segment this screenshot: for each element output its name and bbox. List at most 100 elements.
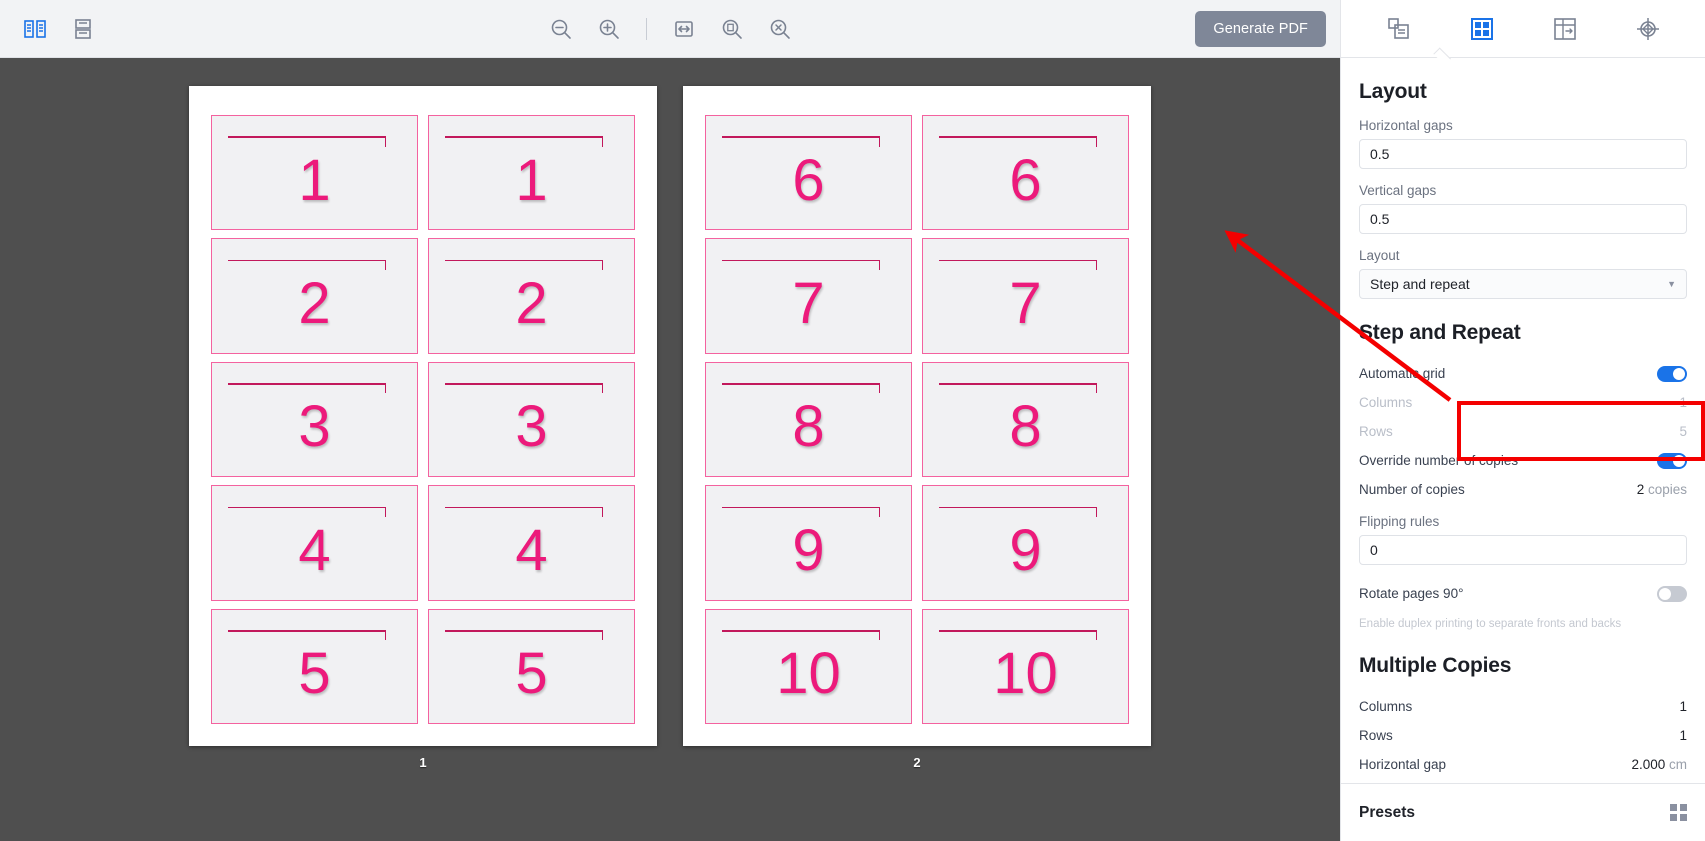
- fit-width-icon[interactable]: [667, 12, 701, 46]
- registration-target-icon[interactable]: [1627, 9, 1669, 49]
- card-rule: [445, 136, 604, 138]
- page-card[interactable]: 8: [922, 361, 1129, 478]
- page-card[interactable]: 1: [428, 115, 635, 231]
- page-card[interactable]: 6: [705, 115, 912, 231]
- main-area: Generate PDF 1 1 2 2 3 3 4 4 5 5 1 6 6 7 7 8 8 9 9 10 10 2: [0, 0, 1340, 841]
- card-tick: [1095, 259, 1098, 270]
- setting-row: Horizontal gap 2.000 cm: [1359, 750, 1687, 779]
- flipping-rules-input[interactable]: 0: [1359, 535, 1687, 565]
- page-card[interactable]: 6: [922, 115, 1129, 231]
- zoom-in-icon[interactable]: [592, 12, 626, 46]
- panel-footer: Presets: [1341, 783, 1705, 841]
- bleed-marks-icon[interactable]: [1544, 9, 1586, 49]
- layout-section-title: Layout: [1359, 80, 1427, 103]
- page-card[interactable]: 8: [705, 361, 912, 478]
- stacked-page-view-icon[interactable]: [66, 12, 100, 46]
- setting-value[interactable]: 2 copies: [1637, 482, 1687, 497]
- page-card[interactable]: 5: [211, 608, 418, 724]
- page-card[interactable]: 10: [705, 608, 912, 724]
- page-card[interactable]: 9: [922, 485, 1129, 601]
- actual-size-icon[interactable]: [715, 12, 749, 46]
- layout-select[interactable]: Step and repeat ▼: [1359, 269, 1687, 299]
- card-number: 6: [792, 147, 825, 213]
- card-number: 7: [1009, 271, 1042, 337]
- grid-layout-icon[interactable]: [1461, 9, 1503, 49]
- card-number: 4: [515, 517, 548, 583]
- setting-label: Rows: [1359, 728, 1393, 744]
- toolbar-zoom-group: [0, 0, 1340, 57]
- flipping-rules-label: Flipping rules: [1359, 514, 1440, 529]
- page-card[interactable]: 3: [211, 361, 418, 478]
- card-number: 5: [298, 641, 331, 707]
- card-tick: [384, 630, 387, 641]
- setting-value[interactable]: 1: [1679, 699, 1687, 714]
- page-number-label-1: 1: [419, 755, 427, 770]
- card-number: 8: [792, 394, 825, 460]
- layout-select-label: Layout: [1359, 248, 1400, 263]
- card-rule: [939, 259, 1098, 262]
- vertical-gaps-input[interactable]: 0.5: [1359, 204, 1687, 234]
- page-card[interactable]: 4: [428, 485, 635, 601]
- page-card[interactable]: 1: [211, 115, 418, 231]
- card-rule: [939, 506, 1098, 509]
- card-tick: [1095, 506, 1098, 517]
- two-page-view-icon[interactable]: [18, 12, 52, 46]
- card-tick: [878, 259, 881, 270]
- card-tick: [1095, 383, 1098, 394]
- card-number: 8: [1009, 394, 1042, 460]
- layout-select-value: Step and repeat: [1370, 276, 1470, 292]
- card-tick: [601, 259, 604, 270]
- card-rule: [445, 383, 604, 385]
- preset-grid-icon[interactable]: [1670, 804, 1687, 821]
- page-card[interactable]: 5: [428, 608, 635, 724]
- copy-pages-icon[interactable]: [1378, 9, 1420, 49]
- setting-row: Columns 1: [1359, 692, 1687, 721]
- setting-toggle[interactable]: [1657, 452, 1687, 469]
- card-rule: [445, 630, 604, 632]
- setting-value[interactable]: 1: [1679, 395, 1687, 410]
- setting-row: Override number of copies: [1359, 446, 1687, 475]
- top-toolbar: Generate PDF: [0, 0, 1340, 58]
- page-card[interactable]: 2: [428, 238, 635, 354]
- setting-label: Number of copies: [1359, 482, 1465, 497]
- card-tick: [384, 259, 387, 270]
- setting-label: Override number of copies: [1359, 453, 1519, 468]
- page-card[interactable]: 2: [211, 238, 418, 354]
- rotate-pages-toggle[interactable]: [1657, 585, 1687, 602]
- horizontal-gaps-input[interactable]: 0.5: [1359, 139, 1687, 169]
- setting-toggle[interactable]: [1657, 365, 1687, 382]
- rotate-pages-row: Rotate pages 90°: [1359, 579, 1687, 608]
- fit-page-icon[interactable]: [763, 12, 797, 46]
- setting-value[interactable]: 1: [1679, 728, 1687, 743]
- card-number: 3: [515, 394, 548, 460]
- setting-value[interactable]: 2.000 cm: [1631, 757, 1687, 772]
- chevron-down-icon: ▼: [1667, 279, 1676, 289]
- page-wrapper-2: 6 6 7 7 8 8 9 9 10 10 2: [683, 86, 1151, 841]
- page-1[interactable]: 1 1 2 2 3 3 4 4 5 5: [189, 86, 657, 746]
- page-2[interactable]: 6 6 7 7 8 8 9 9 10 10: [683, 86, 1151, 746]
- card-rule: [228, 259, 387, 262]
- card-number: 4: [298, 517, 331, 583]
- page-canvas: 1 1 2 2 3 3 4 4 5 5 1 6 6 7 7 8 8 9 9 10 10 2: [0, 58, 1340, 841]
- card-rule: [722, 136, 881, 138]
- zoom-out-icon[interactable]: [544, 12, 578, 46]
- page-card[interactable]: 7: [922, 238, 1129, 354]
- card-rule: [939, 136, 1098, 138]
- vertical-gaps-label: Vertical gaps: [1359, 183, 1437, 198]
- step-and-repeat-rows: Automatic grid Columns 1 Rows 5 Override numb…: [1359, 359, 1687, 504]
- card-tick: [601, 630, 604, 641]
- page-card[interactable]: 3: [428, 361, 635, 478]
- panel-tab-bar: [1341, 0, 1705, 66]
- card-tick: [384, 383, 387, 394]
- page-card[interactable]: 7: [705, 238, 912, 354]
- card-rule: [228, 506, 387, 509]
- card-tick: [384, 506, 387, 517]
- card-tick: [1095, 136, 1098, 147]
- page-card[interactable]: 9: [705, 485, 912, 601]
- setting-value[interactable]: 5: [1679, 424, 1687, 439]
- card-number: 6: [1009, 147, 1042, 213]
- generate-pdf-button[interactable]: Generate PDF: [1195, 10, 1326, 47]
- toolbar-left-group: [0, 12, 100, 46]
- page-card[interactable]: 10: [922, 608, 1129, 724]
- page-card[interactable]: 4: [211, 485, 418, 601]
